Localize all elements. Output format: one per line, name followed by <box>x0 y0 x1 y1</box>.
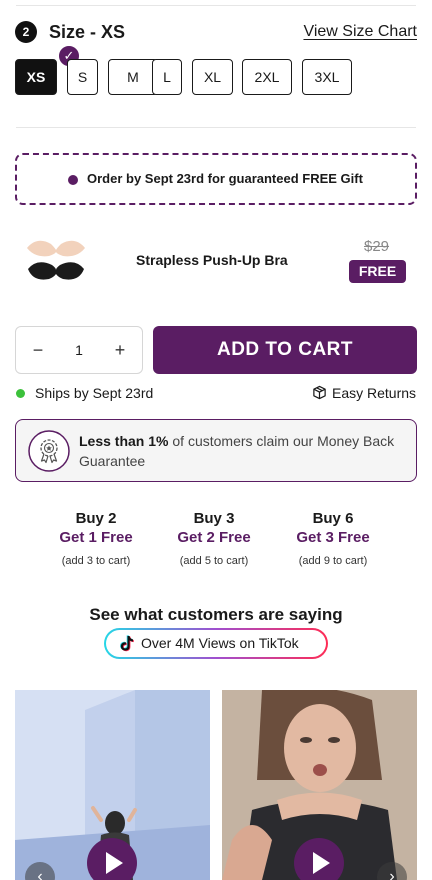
money-back-guarantee-box: Less than 1% of customers claim our Mone… <box>15 419 417 482</box>
tiktok-pill-inner: Over 4M Views on TikTok <box>106 630 326 657</box>
original-price: $29 <box>364 238 390 255</box>
free-gift-banner: Order by Sept 23rd for guaranteed FREE G… <box>15 153 417 205</box>
bullet-dot <box>68 175 78 185</box>
size-option-3xl[interactable]: 3XL <box>302 59 352 95</box>
bundle-free-text: Get 2 Free <box>177 529 251 546</box>
reviews-heading: See what customers are saying <box>89 605 343 624</box>
quantity-value[interactable]: 1 <box>60 327 98 373</box>
bundle-note: (add 3 to cart) <box>61 555 131 567</box>
size-option-l[interactable]: L <box>152 59 182 95</box>
play-icon[interactable] <box>87 838 137 880</box>
size-title: Size - XS <box>49 22 126 42</box>
bundle-offer-buy-2[interactable]: Buy 2 Get 1 Free (add 3 to cart) <box>36 510 156 569</box>
play-icon[interactable] <box>294 838 344 880</box>
tiktok-views-pill[interactable]: Over 4M Views on TikTok <box>104 628 328 659</box>
bundle-note: (add 5 to cart) <box>179 555 249 567</box>
bundle-free-text: Get 1 Free <box>59 529 133 546</box>
bundle-offer-buy-3[interactable]: Buy 3 Get 2 Free (add 5 to cart) <box>154 510 274 569</box>
guarantee-text: Less than 1% of customers claim our Mone… <box>79 431 399 471</box>
tiktok-icon <box>120 635 134 652</box>
minus-icon[interactable]: − <box>18 327 58 373</box>
strapless-bra-image <box>27 240 85 280</box>
size-option-xs[interactable]: XS <box>15 59 57 95</box>
size-option-s[interactable]: S <box>67 59 98 95</box>
shipping-info-row: Ships by Sept 23rd Easy Returns <box>15 382 417 404</box>
add-to-cart-button[interactable]: ADD TO CART <box>153 326 417 374</box>
gift-banner-text: Order by Sept 23rd for guaranteed FREE G… <box>87 171 363 186</box>
bundle-offer-buy-6[interactable]: Buy 6 Get 3 Free (add 9 to cart) <box>273 510 393 569</box>
award-seal-icon <box>28 430 70 472</box>
bundle-title: Buy 3 <box>193 510 235 527</box>
guarantee-highlight: Less than 1% <box>79 433 169 449</box>
ships-by-text: Ships by Sept 23rd <box>35 385 154 401</box>
view-size-chart-link[interactable]: View Size Chart <box>303 21 417 43</box>
status-dot <box>16 389 25 398</box>
gift-product-row: Strapless Push-Up Bra $29 FREE <box>15 230 417 294</box>
customer-video-thumbnail[interactable]: ‹ <box>15 690 210 880</box>
free-badge: FREE <box>349 260 406 283</box>
plus-icon[interactable]: + <box>100 327 140 373</box>
bundle-title: Buy 6 <box>312 510 354 527</box>
top-divider <box>16 5 416 6</box>
box-icon <box>313 385 326 400</box>
customer-video-thumbnail[interactable]: › <box>222 690 417 880</box>
size-option-xl[interactable]: XL <box>192 59 233 95</box>
size-header: 2 Size - XS View Size Chart <box>15 20 417 44</box>
bundle-free-text: Get 3 Free <box>296 529 370 546</box>
gift-product-name: Strapless Push-Up Bra <box>136 252 288 268</box>
section-divider <box>16 127 416 128</box>
tiktok-views-text: Over 4M Views on TikTok <box>141 635 299 651</box>
step-number-badge: 2 <box>15 21 37 43</box>
easy-returns-text: Easy Returns <box>332 385 417 401</box>
quantity-stepper: − 1 + <box>15 326 143 374</box>
bundle-note: (add 9 to cart) <box>298 555 368 567</box>
size-option-2xl[interactable]: 2XL <box>242 59 292 95</box>
bundle-title: Buy 2 <box>75 510 117 527</box>
size-option-m[interactable]: M <box>108 59 158 95</box>
